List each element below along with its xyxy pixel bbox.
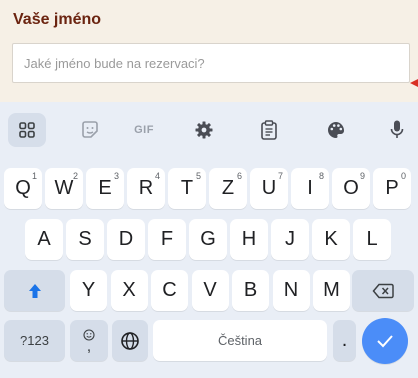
key-label: W — [54, 177, 74, 199]
on-screen-keyboard: G I F Q 1 W 2 E 3 R 4 T 5 Z 6 U 7 I 8 O 9 … — [0, 102, 418, 378]
key-number-hint: 4 — [154, 171, 160, 181]
key-number-hint: 6 — [236, 171, 242, 181]
key-k[interactable]: K — [312, 219, 350, 260]
settings-gear-icon[interactable] — [188, 116, 220, 144]
symbols-key[interactable]: ?123 — [4, 320, 65, 361]
key-number-hint: 5 — [195, 171, 201, 181]
key-number-hint: 3 — [113, 171, 119, 181]
clipboard-icon[interactable] — [253, 116, 285, 144]
key-i[interactable]: I8 — [291, 168, 329, 209]
key-n[interactable]: N — [272, 270, 310, 311]
shift-key[interactable] — [4, 270, 65, 311]
key-label: R — [138, 177, 154, 199]
space-key[interactable]: Čeština — [153, 320, 327, 361]
reservation-name-section: Vaše jméno — [0, 0, 418, 102]
key-number-hint: 7 — [277, 171, 283, 181]
keyboard-toolbar: GIF — [0, 102, 418, 158]
comma-label: , — [86, 337, 92, 355]
palette-icon[interactable] — [320, 116, 352, 144]
key-r[interactable]: R4 — [127, 168, 165, 209]
key-a[interactable]: A — [25, 219, 63, 260]
key-label: O — [343, 177, 359, 199]
key-q[interactable]: Q1 — [4, 168, 42, 209]
key-e[interactable]: E3 — [86, 168, 124, 209]
key-number-hint: 2 — [72, 171, 78, 181]
apps-grid-icon[interactable] — [8, 113, 46, 147]
key-label: E — [98, 177, 112, 199]
key-label: Q — [15, 177, 31, 199]
key-number-hint: 1 — [31, 171, 37, 181]
key-h[interactable]: H — [230, 219, 268, 260]
key-x[interactable]: X — [110, 270, 148, 311]
key-s[interactable]: S — [66, 219, 104, 260]
language-globe-key[interactable] — [112, 320, 148, 361]
key-u[interactable]: U7 — [250, 168, 288, 209]
check-icon — [377, 335, 393, 348]
name-input[interactable] — [12, 43, 410, 83]
key-d[interactable]: D — [107, 219, 145, 260]
key-y[interactable]: Y — [70, 270, 107, 311]
key-number-hint: 8 — [318, 171, 324, 181]
enter-check-key[interactable] — [362, 318, 408, 364]
key-t[interactable]: T5 — [168, 168, 206, 209]
key-z[interactable]: Z6 — [209, 168, 247, 209]
key-v[interactable]: V — [191, 270, 229, 311]
key-number-hint: 0 — [400, 171, 406, 181]
key-label: P — [385, 177, 399, 199]
globe-icon — [121, 331, 139, 350]
key-f[interactable]: F — [148, 219, 186, 260]
key-b[interactable]: B — [232, 270, 269, 311]
gif-icon[interactable]: GIF — [128, 116, 160, 144]
key-o[interactable]: O9 — [332, 168, 370, 209]
period-key[interactable]: . — [333, 320, 356, 361]
key-j[interactable]: J — [271, 219, 309, 260]
red-arrow-marker — [410, 79, 418, 87]
emoji-comma-key[interactable]: , — [70, 320, 108, 361]
key-label: I — [307, 177, 313, 199]
name-field-label: Vaše jméno — [13, 11, 102, 28]
sticker-icon[interactable] — [74, 116, 106, 144]
key-p[interactable]: P0 — [373, 168, 411, 209]
key-l[interactable]: L — [353, 219, 391, 260]
key-number-hint: 9 — [359, 171, 365, 181]
key-label: U — [261, 177, 277, 199]
key-g[interactable]: G — [189, 219, 227, 260]
key-label: T — [180, 177, 194, 199]
backspace-key[interactable] — [352, 270, 414, 311]
key-label: Z — [221, 177, 235, 199]
key-w[interactable]: W2 — [45, 168, 83, 209]
key-m[interactable]: M — [313, 270, 350, 311]
microphone-icon[interactable] — [381, 116, 413, 144]
key-c[interactable]: C — [151, 270, 188, 311]
